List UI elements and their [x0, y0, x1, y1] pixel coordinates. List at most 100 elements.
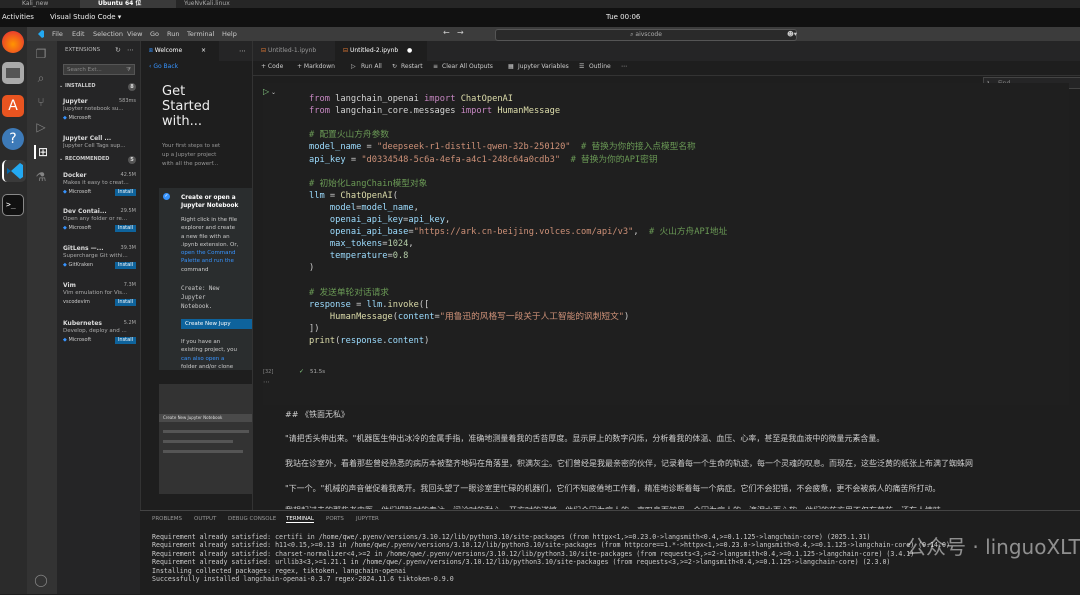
terminal-icon[interactable]: >_ — [2, 194, 24, 216]
code-line: ]) — [309, 323, 320, 334]
menu-terminal[interactable]: Terminal — [187, 30, 214, 38]
host-tab-strip: Kali_new Ubuntu 64 位 YueNvKali.linux — [0, 0, 1080, 8]
install-button[interactable]: Install — [114, 225, 136, 232]
publisher-name: Microsoft — [68, 189, 92, 195]
extension-publisher: ◆ Microsoft — [63, 337, 91, 343]
clear-outputs-icon[interactable]: ≡ — [433, 63, 438, 70]
title-line: with... — [162, 114, 202, 129]
create-new-jupyter-button[interactable]: Create New Jupy — [181, 319, 253, 329]
host-tab-kali[interactable]: Kali_new — [4, 0, 82, 8]
restart-button[interactable]: Restart — [401, 63, 423, 70]
host-tab-yuenvkali[interactable]: YueNvKali.linux — [166, 0, 274, 8]
tab-untitled-1[interactable]: ⊟ Untitled-1.ipynb — [253, 41, 341, 61]
menu-go[interactable]: Go — [150, 30, 159, 38]
more-actions-icon[interactable]: ⋯ — [239, 47, 246, 55]
run-debug-icon[interactable]: ▷ — [34, 120, 48, 134]
extension-item-jupyter[interactable]: Jupyter 583ms Jupyter notebook su... ◆ M… — [63, 98, 140, 132]
extension-item-docker[interactable]: Docker 42.5M Makes it easy to creat... ◆… — [63, 172, 140, 206]
install-button[interactable]: Install — [114, 262, 136, 269]
extensions-icon[interactable]: ⊞ — [34, 145, 50, 159]
files-icon[interactable] — [2, 62, 24, 84]
clock[interactable]: Tue 00:06 — [606, 13, 640, 21]
verified-icon: ◆ — [63, 189, 67, 195]
command-center[interactable]: ⌕ aivscode — [495, 29, 797, 41]
run-all-button[interactable]: Run All — [361, 63, 382, 70]
tab-problems[interactable]: PROBLEMS — [152, 516, 182, 522]
search-icon[interactable]: ⌕ — [34, 71, 48, 85]
outline-icon[interactable]: ☰ — [579, 63, 584, 70]
install-button[interactable]: Install — [114, 189, 136, 196]
host-tab-ubuntu[interactable]: Ubuntu 64 位 — [80, 0, 176, 8]
code-line: print(response.content) — [309, 336, 430, 346]
jupyter-variables-button[interactable]: Jupyter Variables — [518, 63, 569, 70]
tab-jupyter[interactable]: JUPYTER — [356, 516, 379, 522]
menu-edit[interactable]: Edit — [72, 30, 85, 38]
host-tab-label: Ubuntu 64 位 — [98, 0, 142, 7]
more-actions-icon[interactable]: ⋯ — [621, 63, 627, 70]
vscode-icon[interactable] — [2, 160, 26, 182]
testing-icon[interactable]: ⚗ — [34, 170, 48, 184]
output-paragraph: "请把舌头伸出来。"机器医生伸出冰冷的金属手指，准确地测量着我的舌苔厚度。显示屏… — [285, 434, 885, 443]
vscode-app-menu[interactable]: Visual Studio Code ▾ — [50, 13, 121, 21]
output-paragraph: 我想起过去的那些老中医，他们把脉时的专注，问诊时的耐心，开方时的谨慎。他们会因为… — [285, 505, 949, 509]
filter-icon[interactable]: ⧩ — [126, 65, 131, 76]
account-icon[interactable]: ◯ — [34, 573, 48, 587]
terminal-line: Requirement already satisfied: charset-n… — [152, 549, 915, 558]
copilot-icon[interactable]: ☻▾ — [787, 30, 797, 38]
menu-view[interactable]: View — [127, 30, 142, 38]
activities-button[interactable]: Activities — [2, 13, 34, 21]
tab-welcome[interactable]: ⧈ Welcome × — [141, 41, 219, 61]
install-button[interactable]: Install — [114, 337, 136, 344]
extension-publisher: ◆ Microsoft — [63, 225, 91, 231]
refresh-icon[interactable]: ↻ — [115, 46, 121, 54]
tab-output[interactable]: OUTPUT — [194, 516, 216, 522]
extension-item-dev-containers[interactable]: Dev Contai... 29.5M Open any folder or r… — [63, 208, 140, 242]
tab-debug-console[interactable]: DEBUG CONSOLE — [228, 516, 276, 522]
run-all-icon[interactable]: ▷ — [351, 63, 356, 70]
verified-icon: ◆ — [63, 225, 67, 231]
output-more-icon[interactable]: ⋯ — [263, 378, 270, 386]
menu-run[interactable]: Run — [167, 30, 179, 38]
install-button[interactable]: Install — [114, 299, 136, 306]
firefox-icon[interactable] — [2, 31, 24, 53]
source-control-icon[interactable]: ⑂ — [34, 95, 48, 109]
restart-icon[interactable]: ↻ — [392, 63, 397, 70]
recommended-section-header[interactable]: ⌄ RECOMMENDED 5 — [57, 156, 140, 165]
extension-item-gitlens[interactable]: GitLens —... 39.3M Supercharge Git withi… — [63, 245, 140, 279]
extension-item-kubernetes[interactable]: Kubernetes 5.2M Develop, deploy and ... … — [63, 320, 140, 354]
menu-selection[interactable]: Selection — [93, 30, 123, 38]
extension-publisher: ◆ Microsoft — [63, 189, 91, 195]
back-arrow-icon[interactable]: ← — [443, 28, 450, 37]
menu-help[interactable]: Help — [222, 30, 237, 38]
extension-item-vim[interactable]: Vim 7.3M Vim emulation for Vis... vscode… — [63, 282, 140, 316]
outline-button[interactable]: Outline — [589, 63, 611, 70]
tab-untitled-2[interactable]: ⊟ Untitled-2.ipynb ● — [335, 41, 427, 61]
explorer-icon[interactable]: ❐ — [34, 47, 48, 61]
software-icon[interactable]: A — [2, 95, 24, 117]
installed-section-header[interactable]: ⌄ INSTALLED 8 — [57, 83, 140, 92]
more-actions-icon[interactable]: ⋯ — [127, 46, 134, 54]
variables-icon[interactable]: ▦ — [508, 63, 514, 70]
card-body-line: .ipynb extension. Or, — [181, 241, 239, 248]
page-title: Get Started with... — [162, 84, 210, 129]
add-code-button[interactable]: + Code — [261, 63, 283, 70]
add-markdown-button[interactable]: + Markdown — [297, 63, 335, 70]
clear-outputs-button[interactable]: Clear All Outputs — [442, 63, 493, 70]
tab-terminal[interactable]: TERMINAL — [286, 516, 314, 523]
extension-name: Kubernetes — [63, 320, 102, 327]
tab-ports[interactable]: PORTS — [326, 516, 344, 522]
help-icon[interactable]: ? — [2, 128, 24, 150]
extension-desc: Makes it easy to creat... — [63, 180, 129, 186]
menu-file[interactable]: File — [52, 30, 63, 38]
search-placeholder: Search Ext... — [67, 67, 102, 73]
forward-arrow-icon[interactable]: → — [457, 28, 464, 37]
go-back-link[interactable]: ‹ Go Back — [149, 63, 178, 70]
publisher-name: Microsoft — [68, 115, 92, 121]
walkthrough-card[interactable]: ✓ Create or open a Jupyter Notebook Righ… — [159, 188, 253, 370]
extensions-search-input[interactable]: Search Ext... ⧩ — [63, 64, 135, 75]
close-icon[interactable]: × — [201, 41, 206, 61]
extension-desc: Open any folder or re... — [63, 216, 128, 222]
code-editor[interactable]: from langchain_openai import ChatOpenAI f… — [263, 93, 1069, 353]
code-cell[interactable]: ▷ ⌄ from langchain_openai import ChatOpe… — [263, 83, 1069, 405]
